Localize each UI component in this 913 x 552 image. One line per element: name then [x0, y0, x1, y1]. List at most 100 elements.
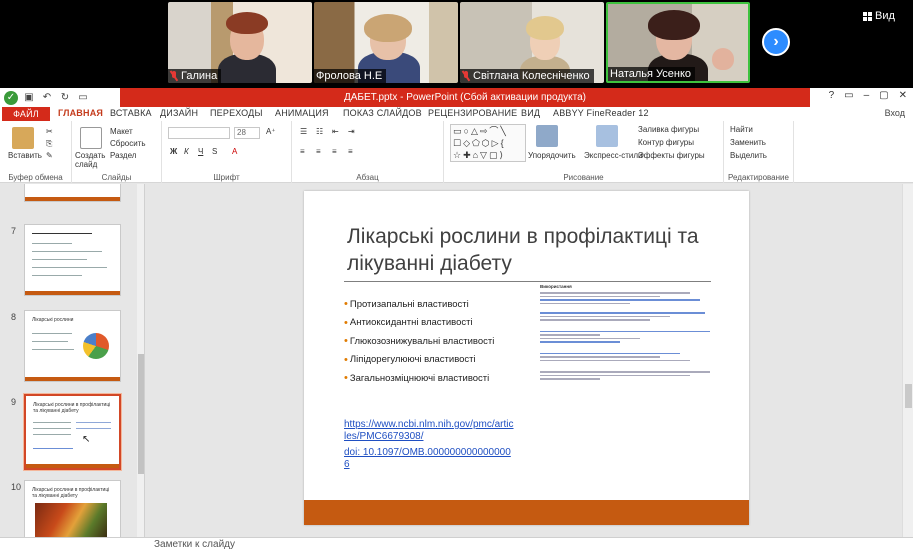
find-button[interactable]: Найти: [730, 125, 753, 134]
italic-icon[interactable]: К: [184, 147, 189, 156]
font-size-field[interactable]: 28: [234, 127, 260, 139]
group-drawing: ▭○△⇨⌒╲ ☐◇⬠⬡▷{☆✚⌂▽▢⟩ Упорядочить Экспресс-…: [444, 121, 724, 183]
thumbnail-number: 8: [11, 312, 17, 322]
participant-tile-3[interactable]: Світлана Колесніченко: [460, 2, 604, 83]
minimize-icon[interactable]: –: [864, 90, 870, 101]
shapes-gallery[interactable]: ▭○△⇨⌒╲ ☐◇⬠⬡▷{☆✚⌂▽▢⟩: [450, 124, 526, 162]
references-block: Використання: [540, 284, 715, 382]
section-button[interactable]: Раздел: [110, 151, 136, 160]
tab-abbyy[interactable]: ABBYY FineReader 12: [553, 108, 649, 118]
cut-icon[interactable]: ✂: [46, 127, 53, 136]
bullet-item: Протизапальні властивості: [344, 295, 544, 314]
slide-thumbnail-10[interactable]: Лікарські рослини в профілактиці та ліку…: [24, 480, 121, 537]
shape-effects-button[interactable]: Эффекты фигуры: [638, 151, 705, 160]
thumbnail-scrollbar[interactable]: [137, 184, 144, 537]
slide-thumbnail-8[interactable]: Лікарські рослини: [24, 310, 121, 382]
bullet-item: Глюкозознижувальні властивості: [344, 332, 544, 351]
font-color-icon[interactable]: A: [232, 147, 237, 156]
save-icon[interactable]: ▣: [22, 91, 36, 105]
arrange-button[interactable]: Упорядочить: [528, 151, 576, 160]
view-button[interactable]: Вид: [863, 10, 895, 22]
ribbon-tabs: ФАЙЛ ГЛАВНАЯ ВСТАВКА ДИЗАЙН ПЕРЕХОДЫ АНИ…: [0, 107, 913, 121]
participant-tile-2[interactable]: Фролова Н.Е: [314, 2, 458, 83]
mic-muted-icon: [170, 70, 178, 82]
tab-view[interactable]: ВИД: [521, 108, 540, 118]
shape-outline-button[interactable]: Контур фигуры: [638, 138, 694, 147]
group-clipboard: Вставить ✂ ⎘ ✎ Буфер обмена: [0, 121, 72, 183]
ncbi-link[interactable]: https://www.ncbi.nlm.nih.gov/pmc/article…: [344, 419, 514, 443]
next-participants-button[interactable]: ›: [762, 28, 790, 56]
tab-design[interactable]: ДИЗАЙН: [160, 108, 198, 118]
quick-styles-icon[interactable]: [596, 125, 618, 147]
zoom-meeting-screen: Галина Фролова Н.Е Світлана Колесніченко…: [0, 0, 913, 552]
pie-chart-image: [83, 333, 109, 359]
slide-thumbnail-9-selected[interactable]: Лікарські рослини в профілактиці та ліку…: [24, 394, 121, 470]
new-slide-icon[interactable]: [80, 127, 102, 149]
window-title: ДАБЕТ.pptx - PowerPoint (Сбой активации …: [120, 88, 810, 107]
notes-pane[interactable]: Заметки к слайду: [146, 537, 913, 552]
numbering-icon[interactable]: ☷: [316, 127, 323, 136]
slide-title[interactable]: Лікарські рослини в профілактиці та ліку…: [347, 223, 727, 277]
slide-thumbnail-6[interactable]: [24, 184, 121, 202]
participant-tile-1[interactable]: Галина: [168, 2, 312, 83]
thumbnail-number: 7: [11, 226, 17, 236]
select-button[interactable]: Выделить: [730, 151, 767, 160]
format-painter-icon[interactable]: ✎: [46, 151, 53, 160]
arrange-icon[interactable]: [536, 125, 558, 147]
align-left-icon[interactable]: ≡: [300, 147, 305, 156]
decrease-indent-icon[interactable]: ⇤: [332, 127, 339, 136]
paste-button[interactable]: Вставить: [8, 151, 42, 160]
group-slides: Создать слайд Макет Сбросить Раздел Слай…: [72, 121, 162, 183]
quick-access-toolbar: ✓ ▣ ↶ ↻ ▭: [4, 89, 90, 106]
ribbon: Вставить ✂ ⎘ ✎ Буфер обмена Создать слай…: [0, 121, 913, 183]
bullets-icon[interactable]: ☰: [300, 127, 307, 136]
justify-icon[interactable]: ≡: [348, 147, 353, 156]
tab-insert[interactable]: ВСТАВКА: [110, 108, 152, 118]
align-right-icon[interactable]: ≡: [332, 147, 337, 156]
sign-in-link[interactable]: Вход: [885, 108, 905, 118]
shadow-icon[interactable]: S: [212, 147, 217, 156]
slide-thumbnail-7[interactable]: [24, 224, 121, 296]
slideshow-icon[interactable]: ▭: [76, 91, 90, 105]
bullet-list[interactable]: Протизапальні властивості Антиоксидантні…: [344, 295, 544, 388]
canvas-scrollbar[interactable]: [902, 184, 913, 537]
redo-icon[interactable]: ↻: [58, 91, 72, 105]
tab-home[interactable]: ГЛАВНАЯ: [58, 108, 103, 118]
group-font: 28 A⁺ Ж К Ч S A Шрифт: [162, 121, 292, 183]
thumbnail-number: 10: [11, 482, 22, 492]
tab-animation[interactable]: АНИМАЦИЯ: [275, 108, 329, 118]
bullet-item: Антиоксидантні властивості: [344, 314, 544, 333]
tab-slideshow[interactable]: ПОКАЗ СЛАЙДОВ: [343, 108, 422, 118]
grow-font-icon[interactable]: A⁺: [266, 127, 276, 136]
bold-icon[interactable]: Ж: [170, 147, 177, 156]
close-icon[interactable]: ✕: [899, 90, 907, 101]
shield-icon: ✓: [4, 90, 18, 105]
font-name-field[interactable]: [168, 127, 230, 139]
reset-button[interactable]: Сбросить: [110, 139, 146, 148]
copy-icon[interactable]: ⎘: [46, 139, 52, 149]
participant-tile-4-active-speaker[interactable]: Наталья Усенко: [606, 2, 750, 83]
paste-icon[interactable]: [12, 127, 34, 149]
participant-caption: Світлана Колесніченко: [460, 69, 594, 83]
herbs-photo-image: [35, 503, 107, 537]
quick-styles-button[interactable]: Экспресс-стили: [584, 151, 643, 160]
tab-review[interactable]: РЕЦЕНЗИРОВАНИЕ: [428, 108, 517, 118]
shape-fill-button[interactable]: Заливка фигуры: [638, 125, 699, 134]
doi-link[interactable]: doi: 10.1097/OMB.0000000000000006: [344, 447, 514, 471]
tab-file[interactable]: ФАЙЛ: [2, 107, 50, 121]
increase-indent-icon[interactable]: ⇥: [348, 127, 355, 136]
thumbnail-number: 9: [11, 397, 17, 407]
underline-icon[interactable]: Ч: [198, 147, 203, 156]
replace-button[interactable]: Заменить: [730, 138, 766, 147]
current-slide[interactable]: Лікарські рослини в профілактиці та ліку…: [304, 191, 749, 525]
undo-icon[interactable]: ↶: [40, 91, 54, 105]
maximize-icon[interactable]: ▢: [879, 90, 888, 101]
mic-muted-icon: [462, 70, 470, 82]
help-icon[interactable]: ?: [829, 90, 835, 101]
tab-transitions[interactable]: ПЕРЕХОДЫ: [210, 108, 263, 118]
new-slide-button[interactable]: Создать слайд: [75, 151, 107, 169]
layout-button[interactable]: Макет: [110, 127, 133, 136]
ribbon-options-icon[interactable]: ▭: [844, 90, 853, 101]
participant-caption: Галина: [168, 69, 222, 83]
align-center-icon[interactable]: ≡: [316, 147, 321, 156]
